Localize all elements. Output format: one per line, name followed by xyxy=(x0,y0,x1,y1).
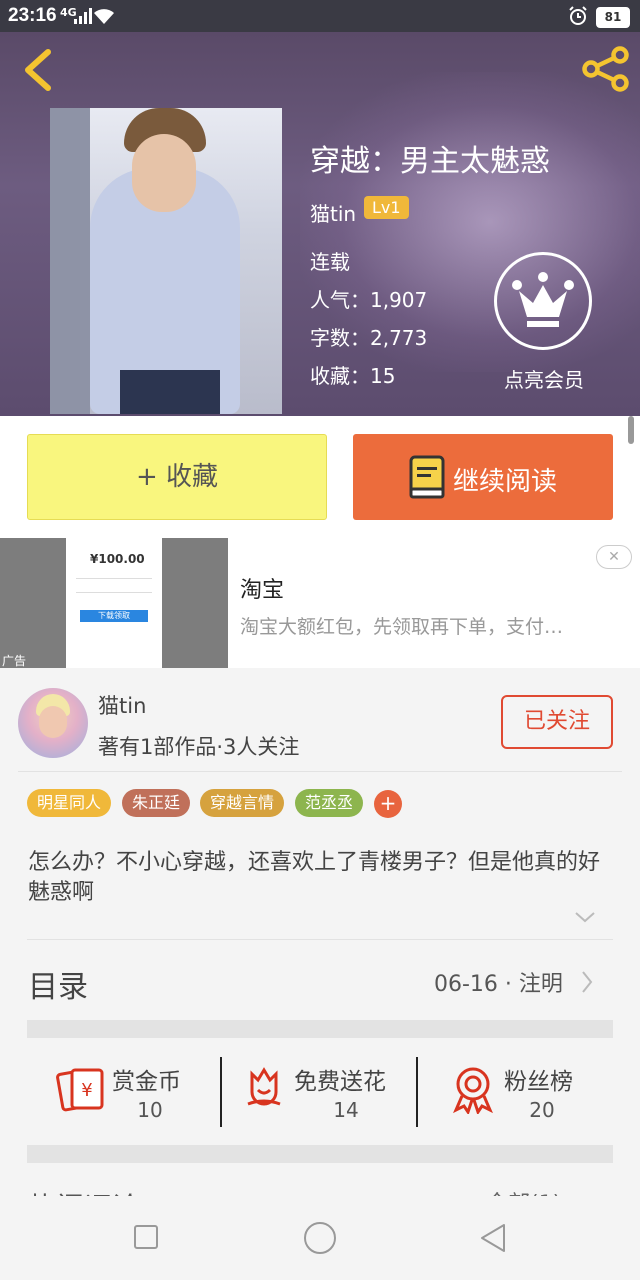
tag-item[interactable]: 穿越言情 xyxy=(200,789,285,817)
tag-item[interactable]: 明星同人 xyxy=(27,789,112,817)
section-band xyxy=(27,1145,613,1163)
divider xyxy=(18,771,622,772)
share-icon[interactable] xyxy=(580,46,630,92)
section-band xyxy=(27,1020,613,1038)
vip-button[interactable] xyxy=(494,252,592,350)
book-title: 穿越：男主太魅惑 xyxy=(310,144,550,179)
tag-item[interactable]: 范丞丞 xyxy=(295,789,364,817)
stat-value: 14 xyxy=(333,1098,359,1122)
chevron-right-icon[interactable] xyxy=(580,970,594,994)
tag-item[interactable]: 朱正廷 xyxy=(122,789,191,817)
back-nav-icon[interactable] xyxy=(478,1222,508,1254)
book-status: 连载 xyxy=(310,250,350,274)
crown-icon xyxy=(512,272,574,327)
ad-image[interactable]: ¥100.00 下载领取 xyxy=(0,538,228,668)
follow-button[interactable]: 已关注 xyxy=(501,695,613,749)
toc-label[interactable]: 目录 xyxy=(28,962,88,1006)
divider xyxy=(27,939,613,940)
stat-value: 10 xyxy=(137,1098,163,1122)
book-icon xyxy=(409,455,445,499)
recent-apps-icon[interactable] xyxy=(133,1224,159,1250)
status-time: 23:16 xyxy=(8,5,57,26)
flower-icon xyxy=(247,1067,281,1106)
ad-download-button: 下载领取 xyxy=(80,610,148,622)
scrollbar[interactable] xyxy=(628,416,634,444)
battery-indicator: 81 xyxy=(596,7,630,28)
collect-button[interactable]: + 收藏 xyxy=(27,434,327,520)
status-bar: 23:16 4G 81 xyxy=(0,0,640,32)
ad-tag: 广告 xyxy=(2,654,27,668)
stat-label[interactable]: 赏金币 xyxy=(112,1062,181,1096)
book-word-count: 字数：2,773 xyxy=(310,326,428,350)
home-icon[interactable] xyxy=(303,1221,337,1255)
ad-close-icon[interactable]: ✕ xyxy=(596,545,632,569)
divider xyxy=(416,1057,418,1127)
author-level-badge: Lv1 xyxy=(364,196,409,219)
continue-reading-label: 继续阅读 xyxy=(453,467,558,497)
ad-amount: ¥100.00 xyxy=(90,552,145,566)
book-favorites: 收藏：15 xyxy=(310,364,396,388)
author-name[interactable]: 猫tin xyxy=(98,690,146,720)
back-icon[interactable] xyxy=(18,48,58,92)
author-stats: 著有1部作品·3人关注 xyxy=(98,735,300,759)
wifi-icon xyxy=(94,9,114,24)
add-tag-button[interactable]: + xyxy=(374,790,402,818)
toc-latest[interactable]: 06-16 · 注明 xyxy=(434,966,563,998)
ad-description[interactable]: 淘宝大额红包，先领取再下单，支付… xyxy=(240,612,563,639)
alarm-icon xyxy=(569,6,587,25)
stat-value: 20 xyxy=(529,1098,555,1122)
book-cover-image[interactable] xyxy=(50,108,282,414)
vip-label[interactable]: 点亮会员 xyxy=(504,364,584,393)
continue-reading-button[interactable]: 继续阅读 xyxy=(353,434,613,520)
book-popularity: 人气：1,907 xyxy=(310,288,428,312)
ad-title[interactable]: 淘宝 xyxy=(240,572,284,604)
book-author[interactable]: 猫tin xyxy=(310,198,356,227)
author-avatar[interactable] xyxy=(18,688,88,758)
system-nav-bar xyxy=(0,1196,640,1280)
stat-label[interactable]: 粉丝榜 xyxy=(504,1062,573,1096)
divider xyxy=(220,1057,222,1127)
book-synopsis: 怎么办？不小心穿越，还喜欢上了青楼男子？但是他真的好魅惑啊 xyxy=(28,850,601,905)
chevron-down-icon[interactable] xyxy=(574,910,596,924)
stat-label[interactable]: 免费送花 xyxy=(294,1062,386,1096)
